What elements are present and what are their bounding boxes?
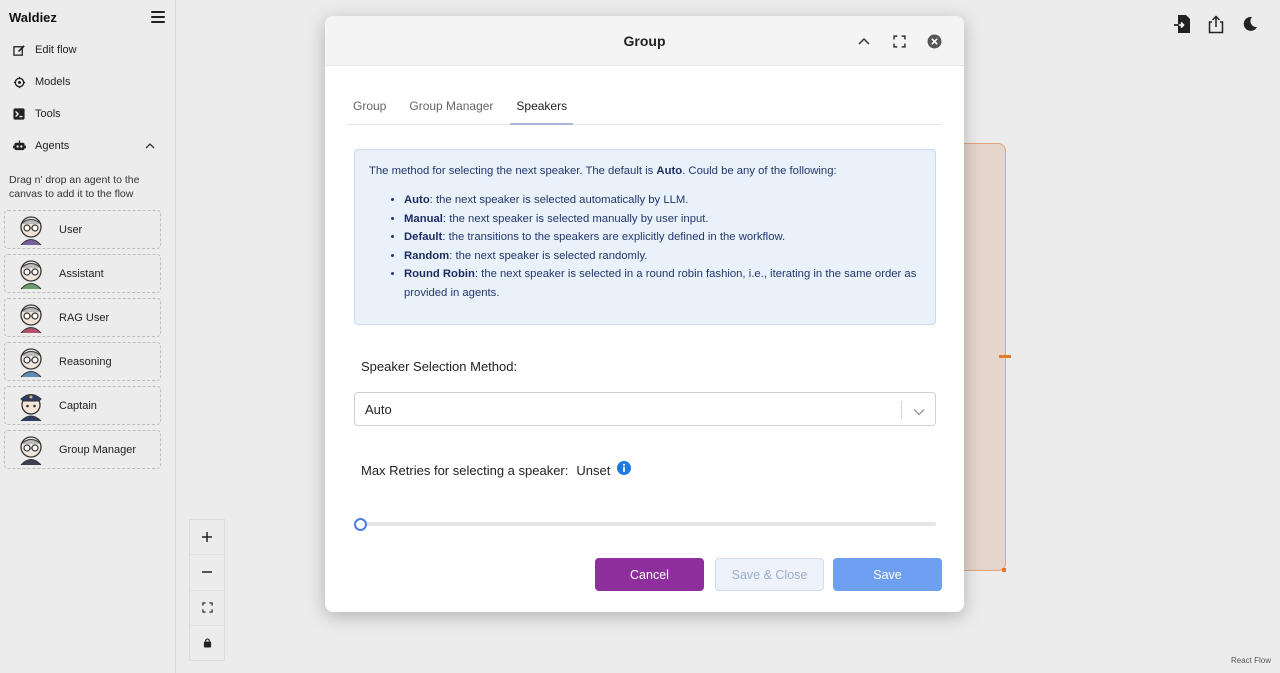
- sidebar-header: Waldiez: [0, 0, 175, 34]
- modal-header-actions: [854, 31, 944, 51]
- max-retries-row: Max Retries for selecting a speaker: Uns…: [361, 461, 632, 478]
- list-item: Random: the next speaker is selected ran…: [404, 247, 921, 266]
- fit-view-icon: [201, 602, 213, 613]
- modal-header: Group: [325, 16, 964, 66]
- edit-icon: [12, 43, 26, 57]
- agent-label: User: [59, 223, 83, 236]
- captain-avatar-icon: [20, 393, 42, 421]
- select-separator: [901, 401, 902, 419]
- nav-label: Models: [35, 76, 71, 88]
- modal-title: Group: [623, 32, 666, 49]
- agent-label: Assistant: [59, 267, 104, 280]
- menu-icon[interactable]: [151, 11, 165, 23]
- lock-icon: [203, 638, 211, 648]
- info-list: Auto: the next speaker is selected autom…: [369, 191, 921, 302]
- group-manager-avatar-icon: [20, 435, 42, 465]
- speaker-method-value: Auto: [365, 401, 392, 417]
- canvas-controls: [189, 519, 225, 661]
- nav-label: Tools: [35, 108, 61, 120]
- list-item: Manual: the next speaker is selected man…: [404, 210, 921, 229]
- lock-button[interactable]: [190, 626, 224, 660]
- node-resize-handle[interactable]: [1002, 568, 1006, 572]
- modal-tabs: Group Group Manager Speakers: [347, 96, 942, 125]
- agent-label: Captain: [59, 399, 97, 412]
- agent-rag-user[interactable]: RAG User: [4, 298, 161, 337]
- nav-models[interactable]: Models: [0, 66, 175, 98]
- slider-track[interactable]: [360, 522, 936, 526]
- group-modal: Group Group Group Manager Speakers The m…: [325, 16, 964, 612]
- chevron-up-icon[interactable]: [145, 140, 155, 152]
- models-icon: [12, 75, 26, 89]
- info-icon[interactable]: [617, 461, 632, 475]
- save-button[interactable]: Save: [833, 558, 942, 591]
- agent-label: RAG User: [59, 311, 110, 324]
- reasoning-avatar-icon: [20, 347, 42, 377]
- minus-icon: [202, 571, 212, 574]
- cancel-button[interactable]: Cancel: [595, 558, 704, 591]
- speaker-method-label: Speaker Selection Method:: [361, 359, 518, 374]
- sidebar: Waldiez Edit flow Models Tools Agents Dr…: [0, 0, 176, 673]
- save-close-button[interactable]: Save & Close: [715, 558, 824, 591]
- robot-icon: [12, 139, 26, 153]
- nav-edit-flow[interactable]: Edit flow: [0, 34, 175, 66]
- brand-title: Waldiez: [9, 9, 57, 25]
- agent-assistant[interactable]: Assistant: [4, 254, 161, 293]
- tab-speakers[interactable]: Speakers: [510, 96, 574, 125]
- react-flow-attribution[interactable]: React Flow: [1231, 656, 1271, 665]
- slider-thumb[interactable]: [354, 518, 367, 531]
- speaker-info-box: The method for selecting the next speake…: [354, 149, 936, 325]
- terminal-icon: [12, 107, 26, 121]
- list-item: Round Robin: the next speaker is selecte…: [404, 265, 921, 302]
- agent-label: Group Manager: [59, 443, 137, 456]
- share-icon[interactable]: [1206, 14, 1226, 34]
- nav-label: Agents: [35, 140, 70, 152]
- agent-label: Reasoning: [59, 355, 112, 368]
- assistant-avatar-icon: [20, 259, 42, 289]
- zoom-in-button[interactable]: [190, 520, 224, 556]
- agent-user[interactable]: User: [4, 210, 161, 249]
- rag-user-avatar-icon: [20, 303, 42, 333]
- nav-label: Edit flow: [35, 44, 77, 56]
- max-retries-label: Max Retries for selecting a speaker:: [361, 463, 569, 478]
- zoom-out-button[interactable]: [190, 555, 224, 591]
- import-icon[interactable]: [1172, 14, 1192, 34]
- close-icon[interactable]: [924, 31, 944, 51]
- tab-group-manager[interactable]: Group Manager: [403, 96, 499, 125]
- dark-mode-icon[interactable]: [1240, 14, 1260, 34]
- fullscreen-icon[interactable]: [889, 31, 909, 51]
- tab-group[interactable]: Group: [347, 96, 392, 125]
- list-item: Default: the transitions to the speakers…: [404, 228, 921, 247]
- plus-icon: [202, 532, 212, 543]
- max-retries-slider[interactable]: [354, 517, 936, 531]
- user-avatar-icon: [20, 215, 42, 245]
- agent-captain[interactable]: Captain: [4, 386, 161, 425]
- agent-reasoning[interactable]: Reasoning: [4, 342, 161, 381]
- top-toolbar: [1172, 14, 1260, 34]
- nav-agents[interactable]: Agents: [0, 130, 175, 162]
- info-intro: The method for selecting the next speake…: [369, 165, 837, 177]
- nav-tools[interactable]: Tools: [0, 98, 175, 130]
- fit-view-button[interactable]: [190, 591, 224, 626]
- max-retries-value: Unset: [576, 463, 611, 478]
- speaker-method-select[interactable]: Auto: [354, 392, 936, 426]
- list-item: Auto: the next speaker is selected autom…: [404, 191, 921, 210]
- chevron-down-icon[interactable]: [913, 404, 925, 419]
- agent-group-manager[interactable]: Group Manager: [4, 430, 161, 469]
- collapse-icon[interactable]: [854, 31, 874, 51]
- drag-hint: Drag n' drop an agent to the canvas to a…: [9, 174, 140, 200]
- node-handle[interactable]: [999, 355, 1011, 358]
